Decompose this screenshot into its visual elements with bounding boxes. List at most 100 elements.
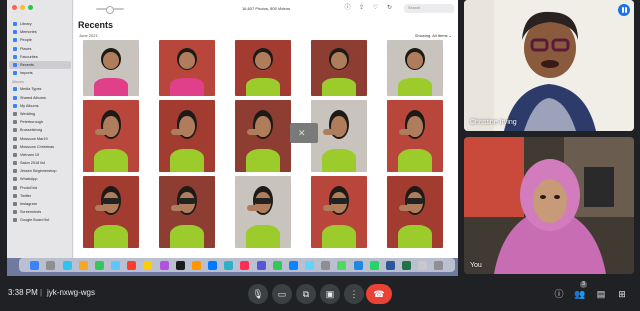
dock-app-icon[interactable] bbox=[111, 260, 121, 270]
photo-thumbnail[interactable] bbox=[159, 100, 215, 172]
dock-app-icon[interactable] bbox=[321, 260, 331, 270]
sidebar-item[interactable]: Imports bbox=[7, 69, 73, 77]
chat-button[interactable]: ▤ bbox=[594, 287, 608, 301]
sidebar-item[interactable]: Wedding bbox=[7, 110, 73, 118]
camera-button[interactable]: ▭ bbox=[272, 284, 292, 304]
sidebar-item[interactable]: Media Types bbox=[7, 85, 73, 93]
dock-app-icon[interactable] bbox=[418, 260, 428, 270]
sidebar-item[interactable]: Jessen Beginnershop bbox=[7, 167, 73, 175]
album-icon bbox=[13, 95, 17, 100]
album-icon bbox=[13, 120, 17, 125]
dock-app-icon[interactable] bbox=[337, 260, 347, 270]
sidebar-item-label: My Albums bbox=[20, 103, 39, 108]
dock-app-icon[interactable] bbox=[272, 260, 282, 270]
photo-thumbnail[interactable] bbox=[83, 176, 139, 248]
dock-app-icon[interactable] bbox=[385, 260, 395, 270]
window-controls bbox=[12, 5, 33, 10]
sidebar-item[interactable]: Mosscow Christmas bbox=[7, 143, 73, 151]
dock-app-icon[interactable] bbox=[369, 260, 379, 270]
photo-thumbnail[interactable] bbox=[387, 100, 443, 172]
photo-thumbnail[interactable] bbox=[311, 40, 367, 96]
zoom-icon[interactable] bbox=[28, 5, 33, 10]
photo-thumbnail[interactable] bbox=[387, 176, 443, 248]
activities-button[interactable]: ⊞ bbox=[615, 287, 629, 301]
share-icon[interactable]: ⇪ bbox=[358, 5, 365, 12]
photo-thumbnail[interactable] bbox=[387, 40, 443, 96]
sidebar-item[interactable]: Recents bbox=[9, 60, 71, 70]
photos-search[interactable]: Search bbox=[404, 4, 454, 13]
photo-thumbnail[interactable] bbox=[83, 40, 139, 96]
sidebar-item[interactable]: My Albums bbox=[7, 102, 73, 110]
sidebar-item[interactable]: Instagram bbox=[7, 200, 73, 208]
sidebar-item[interactable]: PhotoGrid bbox=[7, 184, 73, 192]
dock-app-icon[interactable] bbox=[62, 260, 72, 270]
dock-app-icon[interactable] bbox=[143, 260, 153, 270]
album-icon bbox=[13, 46, 17, 51]
mic-button[interactable]: 🎙 bbox=[248, 284, 268, 304]
sidebar-item[interactable]: Mosscow Mar19 bbox=[7, 134, 73, 142]
sidebar-item-label: Favourites bbox=[20, 54, 38, 59]
sidebar-item[interactable]: Shared Albums bbox=[7, 94, 73, 102]
sidebar-item[interactable]: Favourites bbox=[7, 53, 73, 61]
dock-app-icon[interactable] bbox=[434, 260, 444, 270]
sidebar-item[interactable]: Brusselsburg bbox=[7, 126, 73, 134]
sidebar-item-label: Vietnam 19 bbox=[20, 152, 40, 157]
photo-thumbnail[interactable] bbox=[235, 100, 291, 172]
photo-thumbnail[interactable] bbox=[235, 40, 291, 96]
dock-app-icon[interactable] bbox=[127, 260, 137, 270]
close-icon[interactable] bbox=[12, 5, 17, 10]
photo-thumbnail[interactable] bbox=[311, 100, 367, 172]
album-icon bbox=[13, 30, 17, 35]
dock-app-icon[interactable] bbox=[78, 260, 88, 270]
meeting-code: jyk-nxwg-wgs bbox=[47, 288, 96, 297]
sidebar-item[interactable]: People bbox=[7, 36, 73, 44]
people-button[interactable]: 👥 bbox=[573, 287, 587, 301]
favourite-icon[interactable]: ♡ bbox=[372, 5, 379, 12]
photo-thumbnail[interactable] bbox=[159, 176, 215, 248]
dock-app-icon[interactable] bbox=[208, 260, 218, 270]
people-count-badge: 3 bbox=[580, 281, 587, 288]
dock-app-icon[interactable] bbox=[256, 260, 266, 270]
sidebar-item[interactable]: Library bbox=[7, 20, 73, 28]
dock-app-icon[interactable] bbox=[224, 260, 234, 270]
sidebar-item[interactable]: Places bbox=[7, 45, 73, 53]
album-icon bbox=[13, 144, 17, 149]
end-call-button[interactable]: ☎ bbox=[366, 284, 392, 304]
more-options-button[interactable]: ⋮ bbox=[344, 284, 364, 304]
dock-app-icon[interactable] bbox=[46, 260, 56, 270]
sidebar-item[interactable]: Salon 2018 list bbox=[7, 159, 73, 167]
info-button[interactable]: ⓘ bbox=[552, 287, 566, 301]
participant-tile[interactable]: Christine Irving bbox=[464, 0, 634, 131]
photo-thumbnail[interactable] bbox=[311, 176, 367, 248]
dock-app-icon[interactable] bbox=[94, 260, 104, 270]
library-count: 16,637 Photos, 505 Videos bbox=[242, 6, 290, 11]
sidebar-item[interactable]: WhatsApp bbox=[7, 175, 73, 183]
dock-app-icon[interactable] bbox=[402, 260, 412, 270]
sidebar-item[interactable]: Vietnam 19 bbox=[7, 151, 73, 159]
showing-filter[interactable]: Showing: All Items ⌄ bbox=[415, 33, 452, 38]
dock-app-icon[interactable] bbox=[159, 260, 169, 270]
dock-app-icon[interactable] bbox=[353, 260, 363, 270]
dock-app-icon[interactable] bbox=[175, 260, 185, 270]
minimize-icon[interactable] bbox=[20, 5, 25, 10]
rotate-icon[interactable]: ↻ bbox=[386, 5, 393, 12]
sidebar-item[interactable]: Google Board list bbox=[7, 216, 73, 224]
dock-app-icon[interactable] bbox=[191, 260, 201, 270]
captions-button[interactable]: ⧉ bbox=[296, 284, 316, 304]
present-button[interactable]: ▣ bbox=[320, 284, 340, 304]
sidebar-item[interactable]: Memories bbox=[7, 28, 73, 36]
dock-app-icon[interactable] bbox=[288, 260, 298, 270]
sidebar-item-label: Media Types bbox=[20, 87, 42, 92]
photo-thumbnail[interactable] bbox=[83, 100, 139, 172]
sidebar-item[interactable]: Twitter bbox=[7, 192, 73, 200]
info-icon[interactable]: ⓘ bbox=[344, 5, 351, 12]
dock-app-icon[interactable] bbox=[30, 260, 40, 270]
album-icon bbox=[13, 193, 17, 198]
self-tile[interactable]: You bbox=[464, 137, 634, 274]
sidebar-item[interactable]: Screenshots bbox=[7, 208, 73, 216]
dock-app-icon[interactable] bbox=[240, 260, 250, 270]
photo-thumbnail[interactable] bbox=[159, 40, 215, 96]
sidebar-item[interactable]: Peterborough bbox=[7, 118, 73, 126]
dock-app-icon[interactable] bbox=[305, 260, 315, 270]
photo-thumbnail[interactable] bbox=[235, 176, 291, 248]
